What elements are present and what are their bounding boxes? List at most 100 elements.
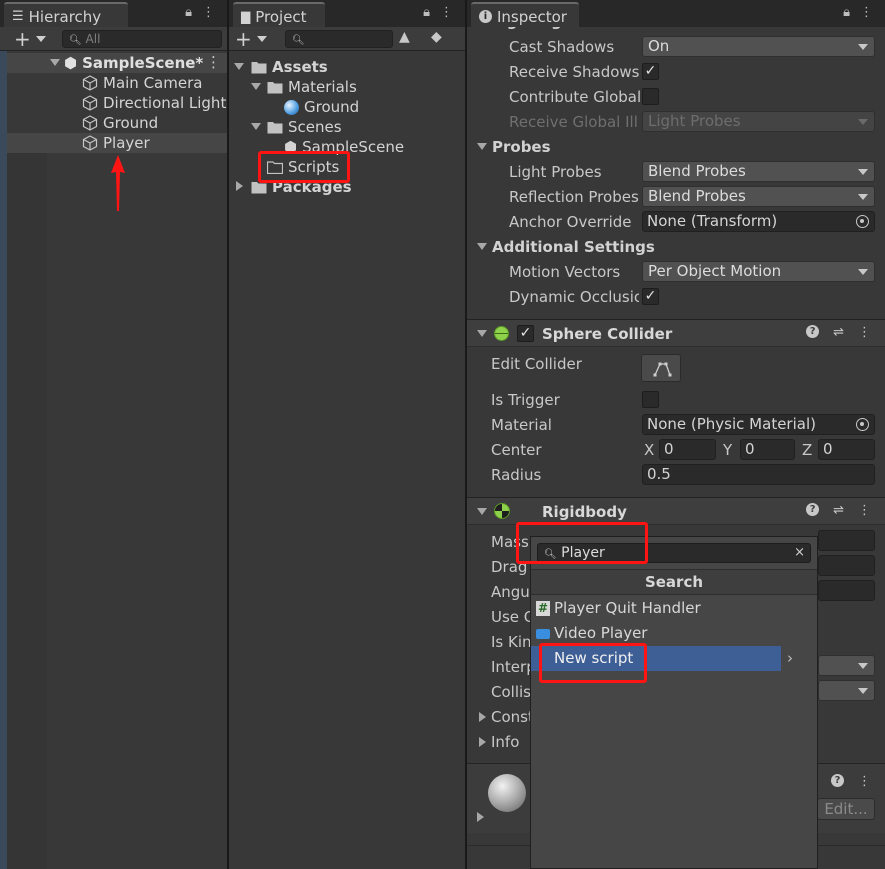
sphere-collider-enabled-checkbox[interactable]: ✓ xyxy=(517,325,534,342)
gameobject-cube-icon xyxy=(82,95,98,111)
add-component-popup: 🔍︎ Player × Search # Player Quit Handler… xyxy=(530,536,818,869)
create-button[interactable]: + xyxy=(14,27,31,51)
component-menu-icon[interactable]: ⋮ xyxy=(858,503,871,518)
collapsed-arrow-icon[interactable] xyxy=(477,812,484,822)
tab-inspector[interactable]: i Inspector xyxy=(471,2,579,27)
component-menu-icon[interactable]: ⋮ xyxy=(858,325,871,340)
folder-open-icon xyxy=(267,81,283,93)
popup-heading-bar: Search xyxy=(531,569,817,595)
item-label: Directional Light xyxy=(103,94,227,112)
create-button[interactable]: + xyxy=(235,27,252,51)
scripts-highlight-box xyxy=(258,151,350,183)
project-toolbar: + 🔍︎ ▲ ◆ xyxy=(229,27,465,51)
filter-by-type-icon[interactable]: ▲ xyxy=(399,29,410,45)
tab-label: Hierarchy xyxy=(28,7,102,26)
item-label: Ground xyxy=(103,114,159,132)
project-panel: ▇ Project 🔒︎ ⋮ + 🔍︎ ▲ ◆ Assets Materials… xyxy=(229,0,465,869)
hierarchy-item-player[interactable]: Player xyxy=(82,133,150,153)
chevron-right-icon[interactable]: › xyxy=(787,649,793,667)
scene-item[interactable]: ⬢ SampleScene* xyxy=(64,53,203,73)
sphere-collider-icon xyxy=(494,326,509,341)
hierarchy-toolbar: + 🔍︎ All xyxy=(0,27,227,51)
chevron-down-icon[interactable] xyxy=(257,36,267,42)
project-tabbar: ▇ Project 🔒︎ ⋮ xyxy=(229,0,465,27)
help-icon[interactable]: ? xyxy=(831,774,844,787)
item-label: Player xyxy=(103,134,150,152)
unity-scene-icon: ⬢ xyxy=(64,54,78,72)
rigidbody-header[interactable]: Rigidbody ? ⇌ ⋮ xyxy=(467,497,885,525)
hierarchy-item-main-camera[interactable]: Main Camera xyxy=(82,73,202,93)
gameobject-cube-icon xyxy=(82,75,98,91)
hierarchy-panel: ☰ Hierarchy 🔒︎ ⋮ + 🔍︎ All ⬢ SampleScene*… xyxy=(0,0,227,869)
gameobject-cube-icon xyxy=(82,115,98,131)
more-menu-icon[interactable]: ⋮ xyxy=(860,5,873,20)
hierarchy-item-ground[interactable]: Ground xyxy=(82,113,158,133)
folder-label: Scenes xyxy=(288,118,342,136)
tab-project[interactable]: ▇ Project xyxy=(233,2,325,27)
expand-arrow-icon[interactable] xyxy=(251,123,261,130)
folder-label: Materials xyxy=(288,78,357,96)
item-label: Main Camera xyxy=(103,74,203,92)
scene-label: SampleScene* xyxy=(82,54,204,72)
material-preview-sphere xyxy=(488,774,526,812)
material-sphere-icon xyxy=(284,99,299,115)
hierarchy-tabbar: ☰ Hierarchy 🔒︎ ⋮ xyxy=(0,0,227,27)
tab-hierarchy[interactable]: ☰ Hierarchy xyxy=(4,2,128,27)
popup-item-player-quit-handler[interactable]: # Player Quit Handler xyxy=(531,596,817,621)
popup-item-label: Player Quit Handler xyxy=(554,599,701,617)
expand-arrow-icon[interactable] xyxy=(477,330,487,337)
script-hash-icon: # xyxy=(536,601,550,616)
popup-item-label: Video Player xyxy=(554,624,648,642)
help-icon[interactable]: ? xyxy=(806,503,820,516)
list-icon: ☰ xyxy=(12,9,24,24)
expand-arrow-icon[interactable] xyxy=(477,508,487,515)
folder-open-icon xyxy=(251,61,267,73)
lock-icon[interactable]: 🔒︎ xyxy=(185,5,192,20)
sphere-collider-header[interactable]: ✓ Sphere Collider ? ⇌ ⋮ xyxy=(467,319,885,347)
gameobject-cube-icon xyxy=(82,135,98,151)
clear-search-icon[interactable]: × xyxy=(794,544,805,562)
folder-open-icon xyxy=(267,121,283,133)
more-menu-icon[interactable]: ⋮ xyxy=(202,5,215,20)
filter-by-label-icon[interactable]: ◆ xyxy=(431,29,442,45)
hierarchy-left-gutter xyxy=(0,51,7,869)
search-placeholder: All xyxy=(85,32,101,46)
folder-materials[interactable]: Materials xyxy=(267,77,357,97)
asset-label: Ground xyxy=(304,98,360,116)
hierarchy-tree: ⬢ SampleScene* ⋮ Main Camera Directional… xyxy=(0,51,227,869)
presets-icon[interactable]: ⇌ xyxy=(833,325,844,340)
help-icon[interactable]: ? xyxy=(806,325,820,338)
search-highlight-box xyxy=(516,522,648,564)
project-search-input[interactable]: 🔍︎ xyxy=(285,30,393,48)
expand-arrow-icon[interactable] xyxy=(234,63,244,70)
lock-icon[interactable]: 🔒︎ xyxy=(843,5,850,20)
asset-ground-material[interactable]: Ground xyxy=(284,97,359,117)
video-player-icon xyxy=(536,629,550,639)
new-script-highlight-box xyxy=(539,643,647,683)
search-icon: 🔍︎ xyxy=(69,35,82,46)
search-input[interactable]: 🔍︎ All xyxy=(62,30,222,48)
expand-arrow-icon[interactable] xyxy=(50,59,60,66)
lock-icon[interactable]: 🔒︎ xyxy=(423,5,430,20)
folder-assets[interactable]: Assets xyxy=(251,57,328,77)
chevron-down-icon[interactable] xyxy=(36,36,46,42)
material-edit-button[interactable]: Edit... xyxy=(817,798,875,820)
inspector-tabbar: i Inspector 🔒︎ ⋮ xyxy=(467,0,885,27)
tab-label: Inspector xyxy=(497,7,567,26)
scene-menu-icon[interactable]: ⋮ xyxy=(206,53,221,71)
collapsed-arrow-icon[interactable] xyxy=(236,181,243,191)
expand-arrow-icon[interactable] xyxy=(251,83,261,90)
tab-label: Project xyxy=(255,7,307,26)
component-menu-icon[interactable]: ⋮ xyxy=(858,774,871,789)
hierarchy-indent-column xyxy=(7,153,47,869)
hierarchy-item-directional-light[interactable]: Directional Light xyxy=(82,93,226,113)
info-icon: i xyxy=(479,10,492,23)
red-arrow-annotation xyxy=(111,155,125,211)
folder-scenes[interactable]: Scenes xyxy=(267,117,342,137)
folder-label: Assets xyxy=(272,58,328,76)
component-title: Rigidbody xyxy=(542,503,627,521)
more-menu-icon[interactable]: ⋮ xyxy=(440,5,453,20)
rigidbody-icon xyxy=(494,503,510,519)
folder-tab-icon: ▇ xyxy=(241,9,251,24)
presets-icon[interactable]: ⇌ xyxy=(833,503,844,518)
